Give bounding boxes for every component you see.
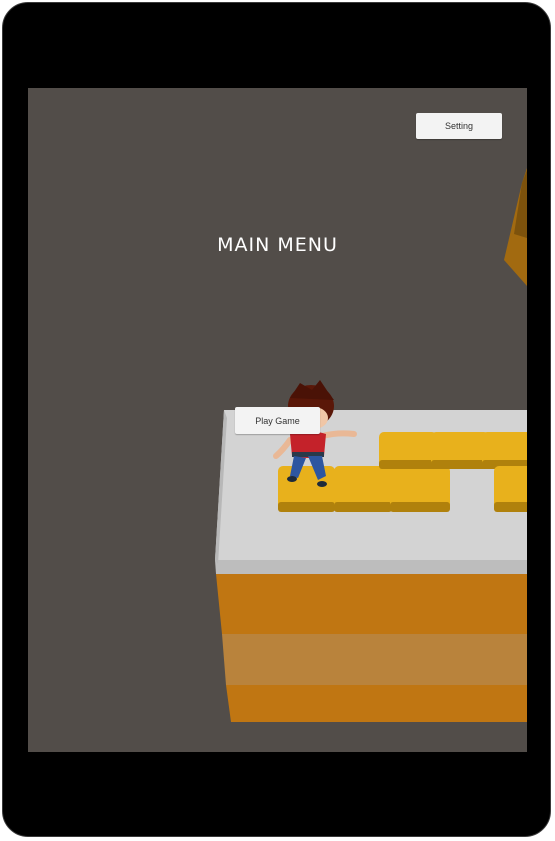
tile: [334, 466, 392, 512]
tile: [482, 432, 527, 469]
page-title: MAIN MENU: [217, 234, 338, 256]
tile: [278, 466, 335, 512]
play-game-button[interactable]: Play Game: [235, 407, 320, 434]
distant-block: [504, 168, 527, 286]
tile: [431, 432, 489, 469]
tile: [390, 466, 450, 512]
tile: [494, 466, 527, 512]
tile: [379, 432, 437, 469]
setting-button[interactable]: Setting: [416, 113, 502, 139]
game-viewport: Setting MAIN MENU Play Game: [28, 88, 527, 752]
